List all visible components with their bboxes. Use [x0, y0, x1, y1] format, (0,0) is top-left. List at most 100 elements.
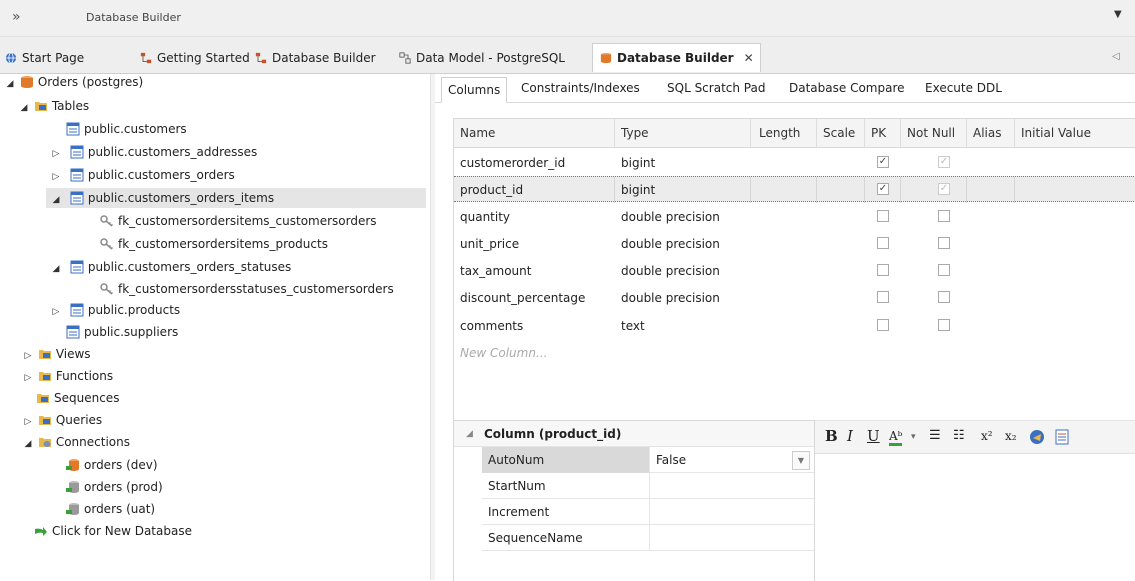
pk-checkbox[interactable]: ✓	[877, 156, 889, 168]
property-value[interactable]	[650, 499, 814, 525]
collapse-icon[interactable]: ◢	[18, 98, 30, 118]
not-null-checkbox[interactable]	[938, 319, 950, 331]
expand-icon[interactable]: ▷	[46, 167, 66, 187]
hyperlink-icon[interactable]	[1029, 429, 1045, 445]
document-icon[interactable]	[1055, 429, 1069, 445]
expand-icon[interactable]: ▷	[22, 412, 34, 432]
italic-icon[interactable]: I	[847, 427, 853, 445]
scroll-tabs-left-icon[interactable]: ◁	[1112, 51, 1120, 62]
column-header-scale[interactable]: Scale	[817, 119, 865, 147]
column-header-length[interactable]: Length	[751, 119, 817, 147]
tree-item-table[interactable]: public.customers	[66, 119, 187, 139]
tree-item-queries[interactable]: ▷ Queries	[22, 410, 103, 432]
subtab-constraints[interactable]: Constraints/Indexes	[521, 81, 640, 95]
collapse-icon[interactable]: ◢	[46, 259, 66, 279]
subscript-icon[interactable]: x₂	[1005, 429, 1017, 443]
window-menu-dropdown-icon[interactable]: ▼	[1114, 9, 1122, 20]
tab-database-builder-active[interactable]: Database Builder ✕	[592, 43, 761, 72]
tree-item-functions[interactable]: ▷ Functions	[22, 366, 114, 388]
property-row[interactable]: SequenceName	[482, 525, 814, 551]
table-row[interactable]: quantity double precision	[454, 204, 1135, 230]
property-value[interactable]	[650, 473, 814, 499]
property-value[interactable]: False	[650, 447, 814, 473]
subtab-database-compare[interactable]: Database Compare	[789, 81, 905, 95]
tab-start-page[interactable]: Start Page	[4, 47, 84, 69]
table-row-selected[interactable]: product_id bigint ✓ ✓	[454, 176, 1135, 203]
column-header-type[interactable]: Type	[615, 119, 751, 147]
column-header-alias[interactable]: Alias	[967, 119, 1015, 147]
expand-icon[interactable]: ▷	[22, 368, 34, 388]
table-row[interactable]: customerorder_id bigint ✓ ✓	[454, 150, 1135, 176]
column-header-pk[interactable]: PK	[865, 119, 901, 147]
font-color-dropdown-icon[interactable]: ▾	[911, 432, 916, 442]
not-null-checkbox[interactable]	[938, 264, 950, 276]
pk-checkbox[interactable]	[877, 291, 889, 303]
tree-item-sequences[interactable]: Sequences	[36, 388, 119, 408]
subtab-execute-ddl[interactable]: Execute DDL	[925, 81, 1002, 95]
tree-item-table[interactable]: ▷ public.customers_addresses	[46, 142, 258, 164]
collapse-icon[interactable]: ◢	[4, 74, 16, 94]
property-row[interactable]: AutoNum False ▼	[482, 447, 814, 473]
collapse-icon[interactable]: ◢	[466, 421, 473, 447]
property-row[interactable]: StartNum	[482, 473, 814, 499]
tree-item-table[interactable]: public.suppliers	[66, 322, 178, 342]
tree-item-foreign-key[interactable]: fk_customersordersitems_customersorders	[100, 211, 377, 231]
property-value[interactable]	[650, 525, 814, 551]
tree-item-root[interactable]: ◢ Orders (postgres)	[4, 72, 144, 94]
close-tab-icon[interactable]: ✕	[744, 51, 754, 65]
tree-item-table[interactable]: ▷ public.products	[46, 300, 181, 322]
new-column-row[interactable]: New Column...	[454, 340, 1135, 366]
bold-icon[interactable]: B	[825, 427, 838, 445]
not-null-checkbox[interactable]	[938, 210, 950, 222]
tree-item-table[interactable]: ▷ public.customers_orders	[46, 165, 235, 185]
not-null-checkbox[interactable]: ✓	[938, 183, 950, 195]
tree-item-connection[interactable]: orders (uat)	[66, 499, 155, 519]
tree-item-foreign-key[interactable]: fk_customersordersstatuses_customersorde…	[100, 279, 394, 299]
column-alias[interactable]	[967, 177, 1015, 203]
pk-checkbox[interactable]	[877, 264, 889, 276]
column-header-not-null[interactable]: Not Null	[901, 119, 967, 147]
subtab-sql-scratch-pad[interactable]: SQL Scratch Pad	[667, 81, 765, 95]
tree-item-connection[interactable]: orders (dev)	[66, 455, 158, 475]
tree-item-new-database[interactable]: Click for New Database	[34, 521, 192, 541]
pk-checkbox[interactable]	[877, 237, 889, 249]
tree-item-foreign-key[interactable]: fk_customersordersitems_products	[100, 234, 328, 254]
table-row[interactable]: unit_price double precision	[454, 231, 1135, 257]
tree-item-connections[interactable]: ◢ Connections	[22, 432, 130, 452]
tab-data-model[interactable]: Data Model - PostgreSQL	[398, 47, 565, 69]
not-null-checkbox[interactable]	[938, 237, 950, 249]
underline-icon[interactable]: U	[867, 427, 880, 445]
collapse-icon[interactable]: ◢	[22, 434, 34, 454]
font-color-icon[interactable]: Aᵇ	[889, 429, 903, 446]
table-row[interactable]: tax_amount double precision	[454, 258, 1135, 284]
tree-item-connection[interactable]: orders (prod)	[66, 477, 163, 497]
expand-icon[interactable]: ▷	[22, 346, 34, 366]
collapse-icon[interactable]: ◢	[46, 190, 66, 210]
tab-getting-started[interactable]: Getting Started	[139, 47, 250, 69]
new-column-placeholder[interactable]: New Column...	[460, 340, 547, 366]
dropdown-arrow-icon[interactable]: ▼	[792, 451, 810, 470]
column-header-initial-value[interactable]: Initial Value	[1015, 119, 1135, 147]
column-length[interactable]	[751, 177, 817, 203]
tree-item-table[interactable]: ◢ public.customers_orders_statuses	[46, 257, 292, 279]
notes-editor[interactable]: B I U Aᵇ ▾ ☰ ☷ x² x₂	[815, 420, 1135, 581]
bullet-list-icon[interactable]: ☰	[929, 428, 941, 443]
expand-panels-icon[interactable]: »	[12, 9, 21, 25]
properties-header[interactable]: ◢ Column (product_id)	[454, 421, 814, 447]
table-row[interactable]: comments text	[454, 313, 1135, 339]
pk-checkbox[interactable]	[877, 210, 889, 222]
table-row[interactable]: discount_percentage double precision	[454, 285, 1135, 311]
numbered-list-icon[interactable]: ☷	[953, 428, 965, 443]
not-null-checkbox[interactable]	[938, 291, 950, 303]
superscript-icon[interactable]: x²	[981, 429, 993, 443]
pk-checkbox[interactable]	[877, 319, 889, 331]
pk-checkbox[interactable]: ✓	[877, 183, 889, 195]
expand-icon[interactable]: ▷	[46, 302, 66, 322]
column-scale[interactable]	[817, 177, 865, 203]
tree-item-table-selected[interactable]: ◢ public.customers_orders_items	[46, 188, 426, 208]
column-header-name[interactable]: Name	[454, 119, 615, 147]
not-null-checkbox[interactable]: ✓	[938, 156, 950, 168]
subtab-columns[interactable]: Columns	[441, 77, 508, 103]
tree-item-tables[interactable]: ◢ Tables	[18, 96, 90, 118]
expand-icon[interactable]: ▷	[46, 144, 66, 164]
